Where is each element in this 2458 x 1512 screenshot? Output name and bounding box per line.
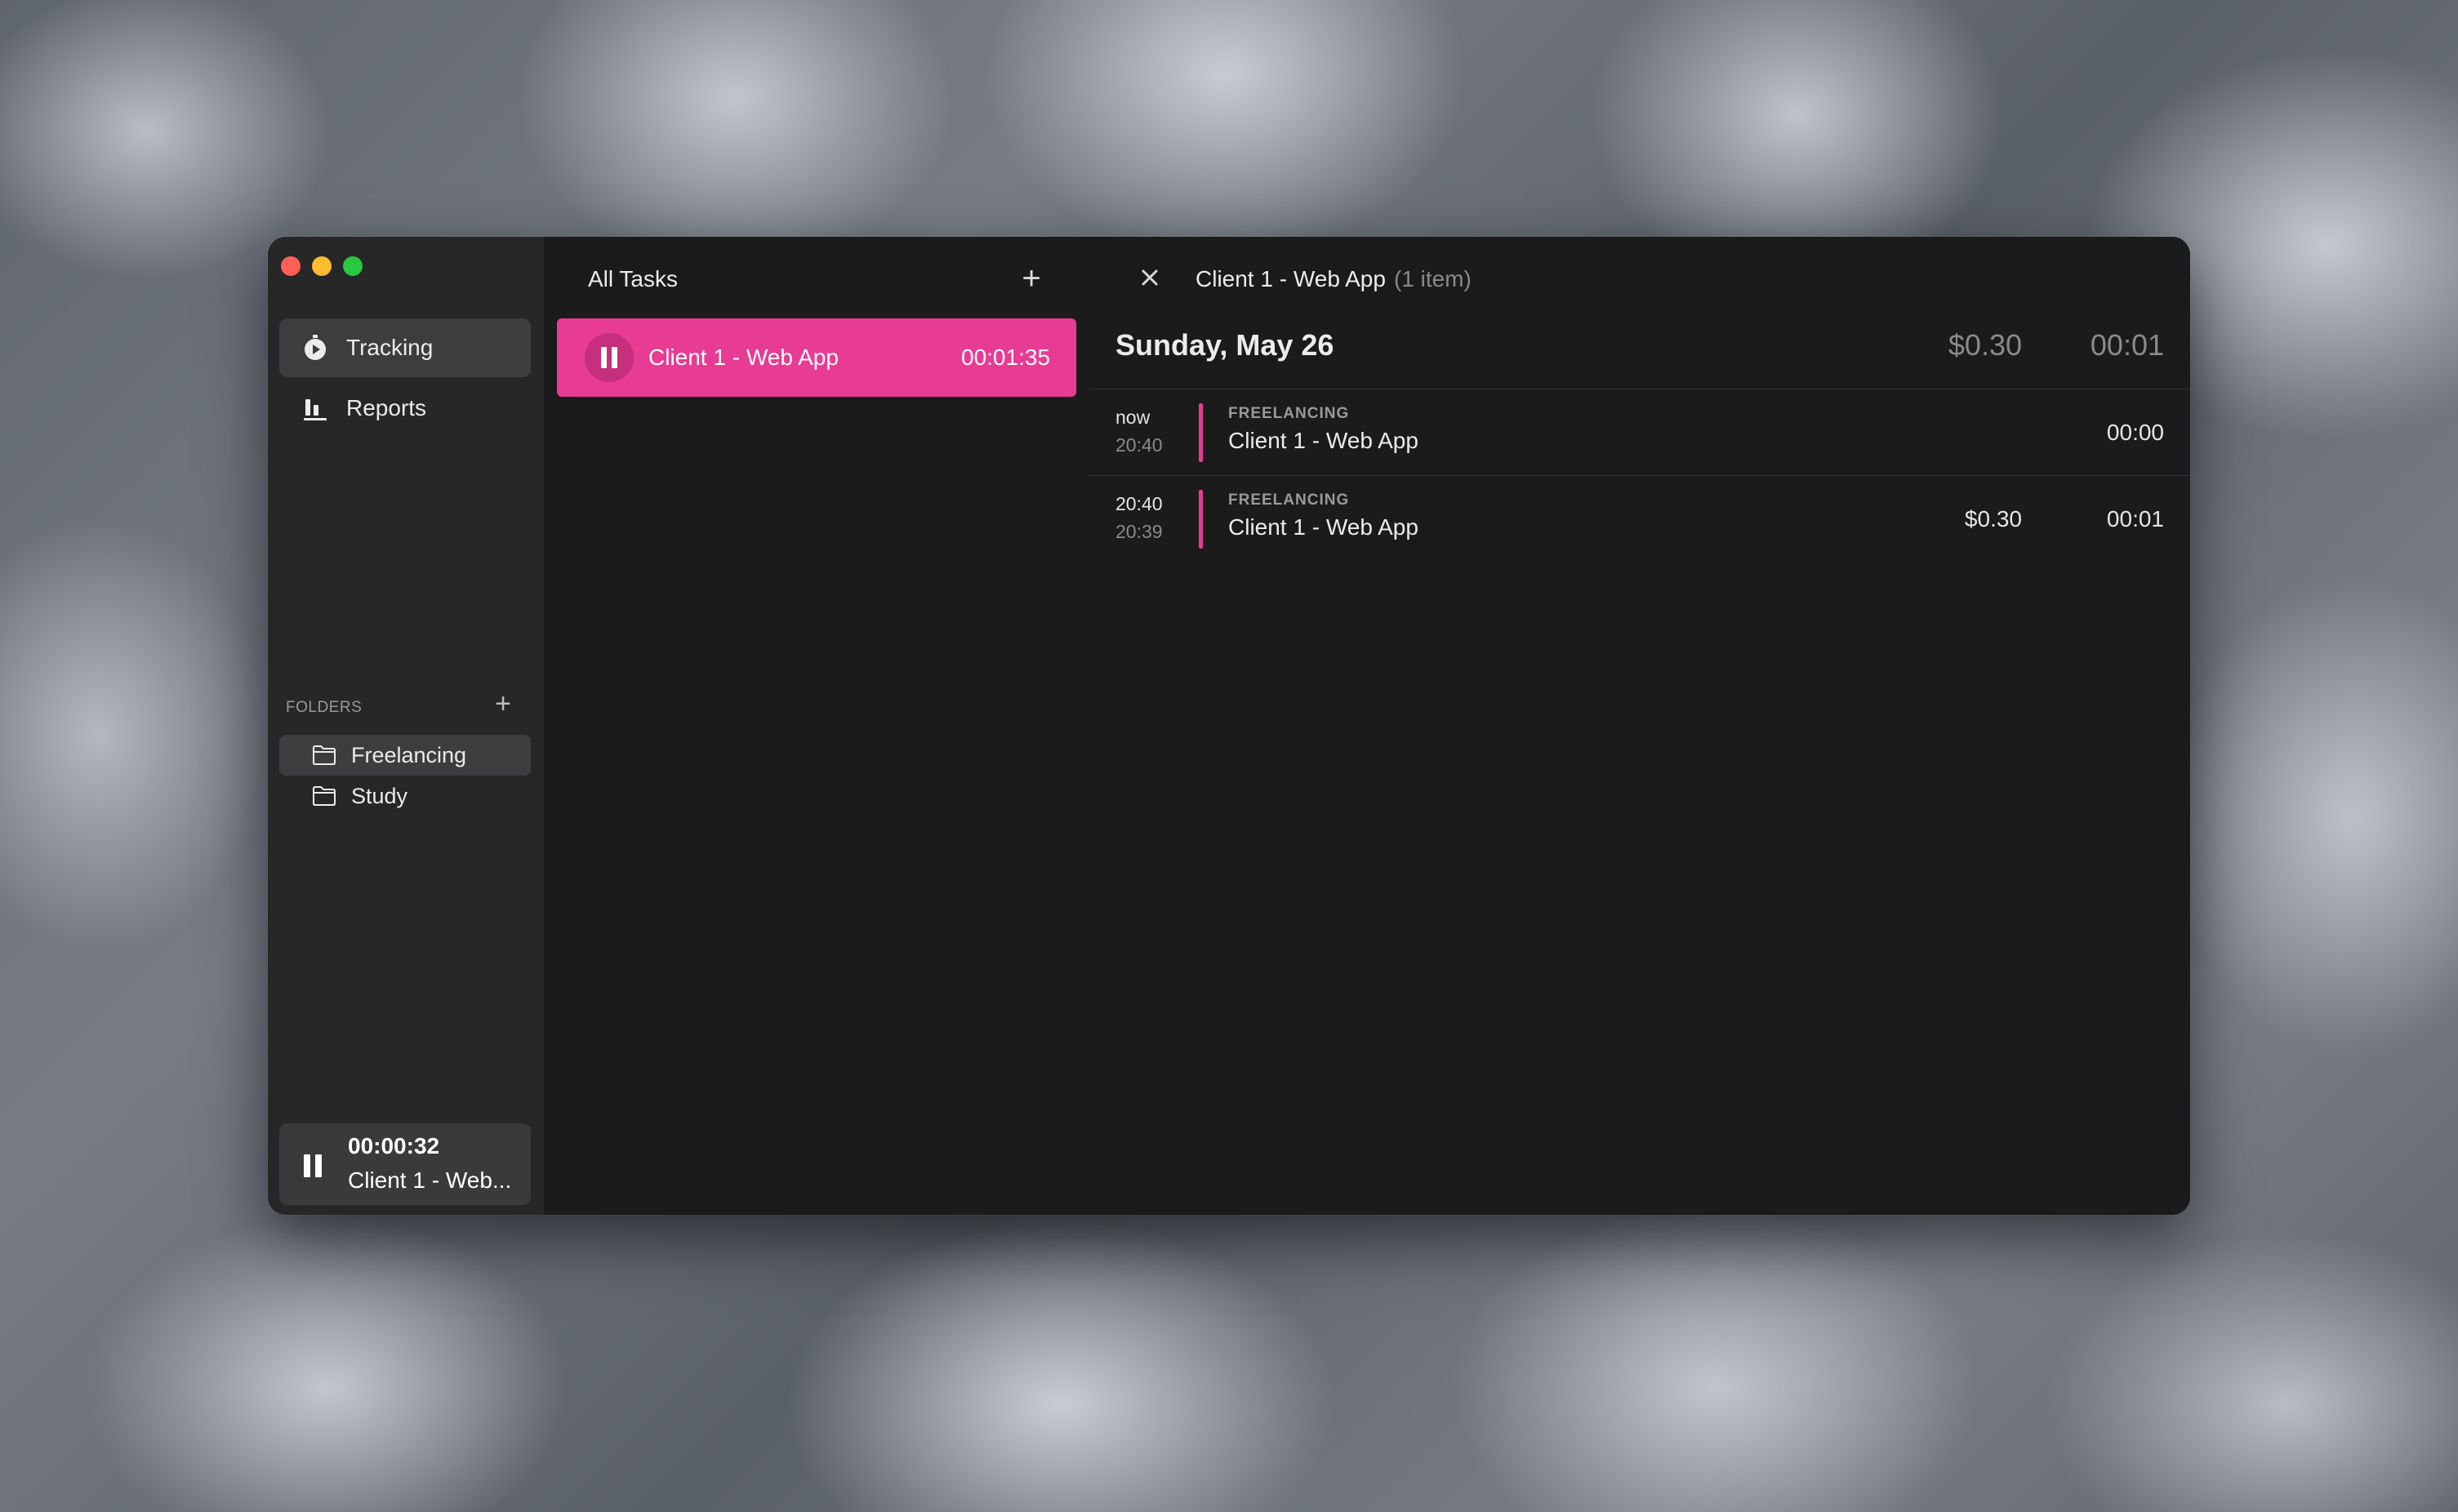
window-controls <box>281 256 363 276</box>
entry-start-time: 20:40 <box>1115 493 1163 514</box>
day-total-amount: $0.30 <box>1948 328 2022 362</box>
time-entry-row[interactable]: 20:40 20:39 FREELANCING Client 1 - Web A… <box>1089 477 2190 562</box>
minimize-window-button[interactable] <box>312 256 332 276</box>
zoom-window-button[interactable] <box>343 256 363 276</box>
sidebar-item-reports[interactable]: Reports <box>279 379 531 438</box>
folder-icon <box>312 744 338 767</box>
sidebar-folder-study[interactable]: Study <box>279 776 531 816</box>
close-detail-button[interactable] <box>1135 263 1164 292</box>
task-list-title: All Tasks <box>588 266 678 291</box>
close-icon <box>1142 269 1158 286</box>
day-title: Sunday, May 26 <box>1115 328 1334 362</box>
entry-folder: FREELANCING <box>1228 491 1350 509</box>
entry-color-bar <box>1199 490 1203 549</box>
pause-icon[interactable] <box>302 1154 323 1181</box>
pause-task-button[interactable] <box>585 333 634 382</box>
close-window-button[interactable] <box>281 256 301 276</box>
entry-amount: $0.30 <box>1964 506 2022 531</box>
folder-label: Study <box>351 783 408 808</box>
entry-task: Client 1 - Web App <box>1228 514 1418 540</box>
task-name: Client 1 - Web App <box>648 345 839 370</box>
bar-chart-icon <box>301 394 330 423</box>
sidebar-item-tracking[interactable]: Tracking <box>279 318 531 377</box>
task-card[interactable]: Client 1 - Web App 00:01:35 <box>557 318 1076 397</box>
add-folder-button[interactable]: + <box>487 687 519 720</box>
detail-item-count: (1 item) <box>1393 266 1472 291</box>
entry-folder: FREELANCING <box>1228 405 1350 422</box>
mini-player[interactable]: 00:00:32 Client 1 - Web... <box>279 1123 531 1205</box>
mini-player-time: 00:00:32 <box>348 1133 440 1158</box>
folder-label: Freelancing <box>351 742 467 767</box>
pause-icon <box>601 347 617 368</box>
folder-icon <box>312 785 338 807</box>
entry-color-bar <box>1199 403 1203 462</box>
stopwatch-icon <box>301 333 330 362</box>
sidebar-item-label: Tracking <box>346 335 434 360</box>
app-window: Tracking Reports FOLDERS + Freelancing S… <box>268 237 2190 1215</box>
entry-end-time: 20:40 <box>1115 434 1163 456</box>
mini-player-task: Client 1 - Web... <box>348 1167 512 1193</box>
detail-title: Client 1 - Web App (1 item) <box>1196 266 1472 292</box>
sidebar: Tracking Reports FOLDERS + Freelancing S… <box>268 237 545 1215</box>
entry-start-time: now <box>1115 407 1151 428</box>
entry-task: Client 1 - Web App <box>1228 428 1418 453</box>
entry-duration: 00:00 <box>2106 420 2164 445</box>
task-detail-panel: Client 1 - Web App (1 item) Sunday, May 2… <box>1089 237 2190 1215</box>
sidebar-item-label: Reports <box>346 395 427 420</box>
time-entry-row[interactable]: now 20:40 FREELANCING Client 1 - Web App… <box>1089 390 2190 476</box>
task-elapsed-time: 00:01:35 <box>961 345 1050 370</box>
day-total-duration: 00:01 <box>2090 328 2164 362</box>
add-task-button[interactable]: + <box>1011 258 1052 299</box>
detail-task-name: Client 1 - Web App <box>1196 266 1386 291</box>
day-header: Sunday, May 26 $0.30 00:01 <box>1089 328 2190 389</box>
entry-duration: 00:01 <box>2106 506 2164 531</box>
sidebar-folder-freelancing[interactable]: Freelancing <box>279 735 531 776</box>
task-list-panel: All Tasks + Client 1 - Web App 00:01:35 <box>544 237 1091 1215</box>
entry-end-time: 20:39 <box>1115 521 1163 542</box>
folders-section-label: FOLDERS <box>286 699 363 716</box>
